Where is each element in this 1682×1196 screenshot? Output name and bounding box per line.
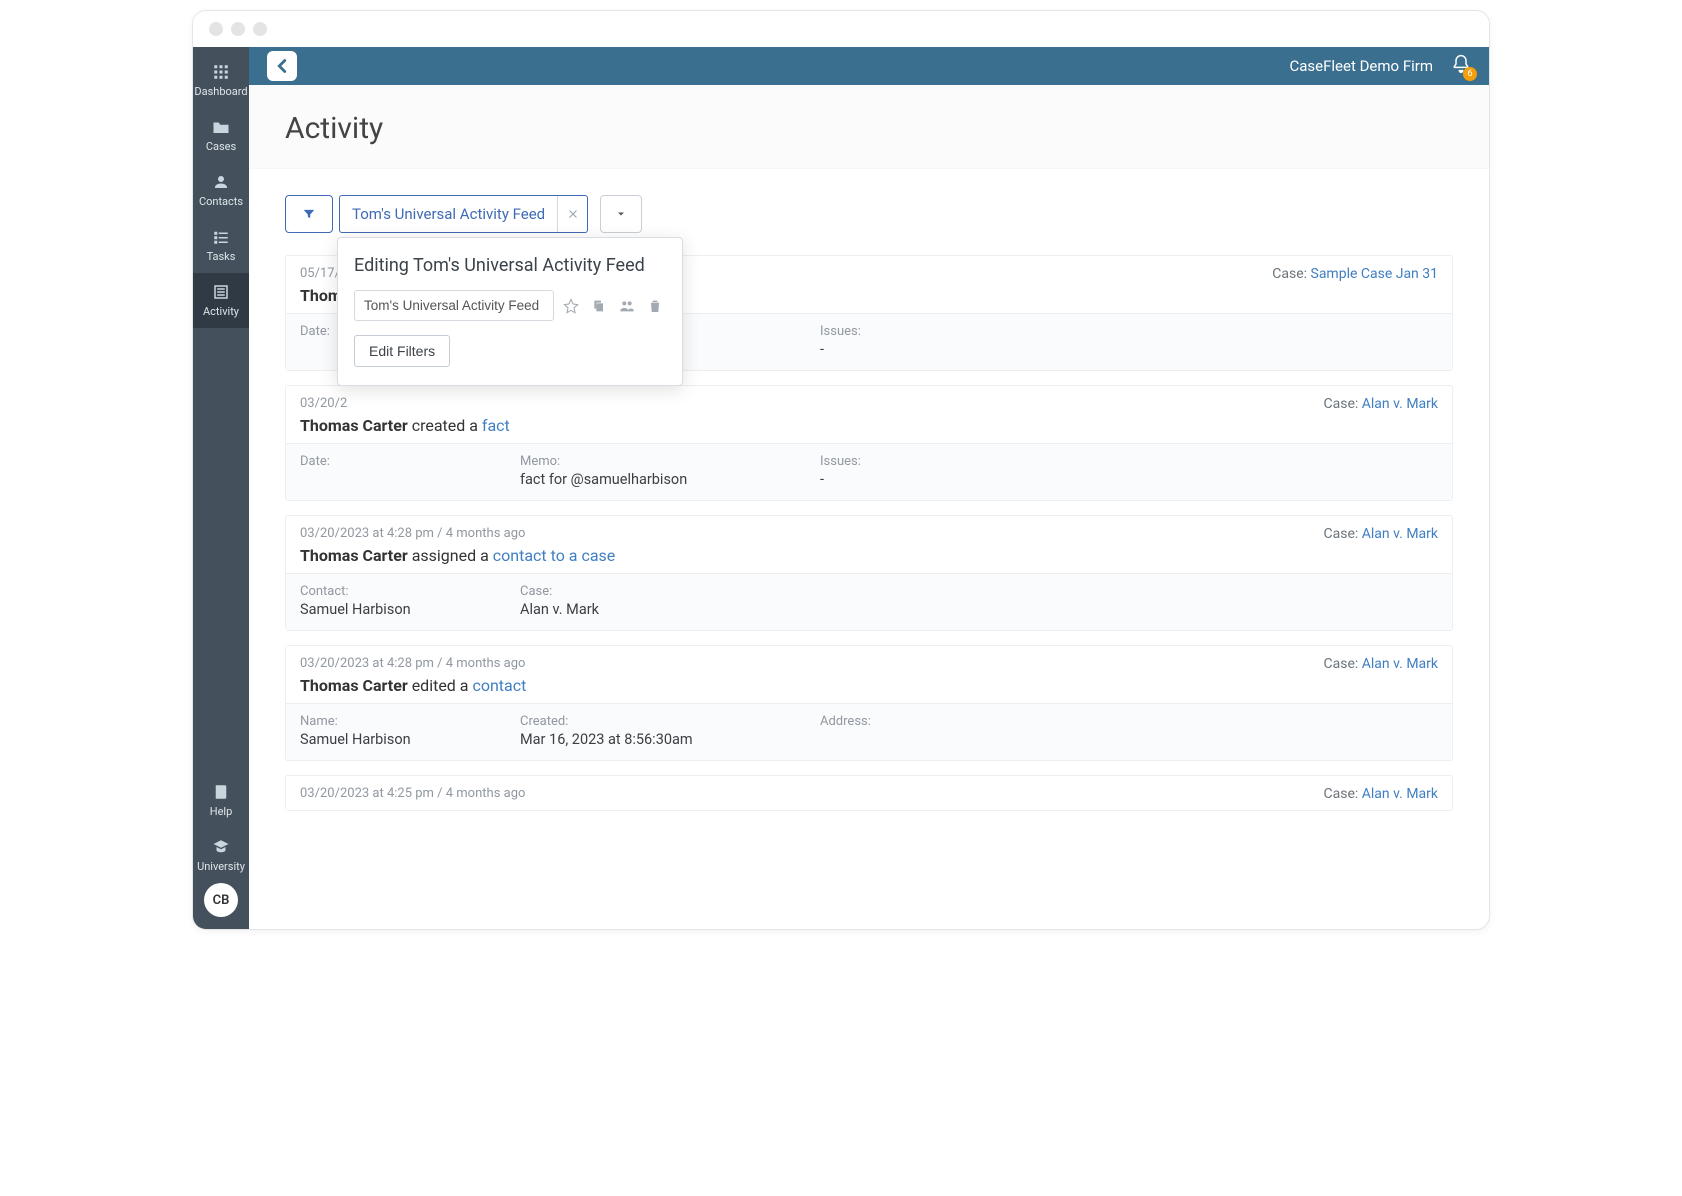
book-icon: [212, 783, 230, 801]
detail-value: Samuel Harbison: [300, 731, 480, 748]
people-icon: [619, 298, 635, 314]
person-icon: [212, 173, 230, 191]
activity-object-link[interactable]: contact: [472, 676, 526, 695]
filter-bar: Tom's Universal Activity Feed Editing To…: [285, 195, 1453, 233]
activity-details: Date: Memo: fact for @samuelharbison Issues…: [286, 443, 1452, 500]
content-area: Tom's Universal Activity Feed Editing To…: [249, 169, 1489, 929]
sidebar-item-tasks[interactable]: Tasks: [193, 218, 249, 273]
close-icon: [567, 208, 579, 220]
sidebar-label: Activity: [203, 305, 239, 318]
notif-badge: 6: [1463, 67, 1477, 81]
filter-label: Tom's Universal Activity Feed: [340, 205, 557, 223]
sidebar-label: Tasks: [207, 250, 236, 263]
activity-object-link[interactable]: fact: [482, 416, 510, 435]
activity-case: Case: Alan v. Mark: [1324, 786, 1439, 802]
activity-item[interactable]: 03/20/2023 at 4:28 pm / 4 months ago Case…: [285, 515, 1453, 631]
star-icon: [563, 298, 579, 314]
firm-name[interactable]: CaseFleet Demo Firm: [1290, 57, 1434, 75]
sidebar-label: Dashboard: [194, 85, 247, 98]
topbar: CaseFleet Demo Firm 6: [249, 47, 1489, 85]
activity-item[interactable]: 03/20/2023 at 4:28 pm / 4 months ago Case…: [285, 645, 1453, 761]
filter-button[interactable]: [285, 195, 333, 233]
sidebar-label: Cases: [206, 140, 236, 153]
sidebar-label: University: [197, 860, 245, 873]
duplicate-button[interactable]: [588, 295, 610, 317]
sidebar-label: Contacts: [199, 195, 243, 208]
edit-filter-popover: Editing Tom's Universal Activity Feed Ed…: [337, 237, 683, 386]
detail-label: Contact:: [300, 584, 480, 599]
case-link[interactable]: Alan v. Mark: [1362, 396, 1438, 412]
detail-value: -: [820, 471, 1000, 488]
detail-label: Issues:: [820, 324, 1000, 339]
case-link[interactable]: Sample Case Jan 31: [1311, 266, 1439, 282]
activity-timestamp: 03/20/2: [300, 396, 347, 412]
activity-case: Case: Sample Case Jan 31: [1272, 266, 1438, 282]
activity-timestamp: 03/20/2023 at 4:28 pm / 4 months ago: [300, 526, 525, 542]
activity-case: Case: Alan v. Mark: [1324, 526, 1439, 542]
favorite-button[interactable]: [560, 295, 582, 317]
traffic-light-zoom[interactable]: [253, 22, 267, 36]
edit-filters-button[interactable]: Edit Filters: [354, 335, 450, 367]
detail-label: Memo:: [520, 454, 780, 469]
chevron-down-icon: [615, 208, 627, 220]
page-title: Activity: [285, 111, 1453, 146]
detail-label: Date:: [300, 454, 480, 469]
detail-label: Created:: [520, 714, 780, 729]
notifications-button[interactable]: 6: [1451, 54, 1471, 78]
detail-label: Case:: [520, 584, 780, 599]
filter-dropdown-button[interactable]: [600, 195, 642, 233]
copy-icon: [591, 298, 607, 314]
sidebar-item-university[interactable]: University: [193, 828, 249, 883]
detail-value: -: [820, 341, 1000, 358]
sidebar-label: Help: [210, 805, 233, 818]
filter-name-input[interactable]: [354, 290, 554, 321]
app-logo[interactable]: [267, 51, 297, 81]
window-titlebar: [193, 11, 1489, 47]
share-button[interactable]: [616, 295, 638, 317]
clear-filter-button[interactable]: [557, 196, 587, 232]
sidebar-item-dashboard[interactable]: Dashboard: [193, 53, 249, 108]
traffic-light-close[interactable]: [209, 22, 223, 36]
activity-details: Name: Samuel Harbison Created: Mar 16, 2023…: [286, 703, 1452, 760]
detail-value: Mar 16, 2023 at 8:56:30am: [520, 731, 780, 748]
activity-title: Thomas Carter edited a contact: [300, 676, 1438, 695]
page-header: Activity: [249, 85, 1489, 169]
detail-value: fact for @samuelharbison: [520, 471, 780, 488]
activity-case: Case: Alan v. Mark: [1324, 656, 1439, 672]
activity-timestamp: 03/20/2023 at 4:25 pm / 4 months ago: [300, 786, 525, 802]
detail-label: Address:: [820, 714, 1000, 729]
sidebar-item-activity[interactable]: Activity: [193, 273, 249, 328]
activity-timestamp: 03/20/2023 at 4:28 pm / 4 months ago: [300, 656, 525, 672]
folder-icon: [212, 118, 230, 136]
activity-case: Case: Alan v. Mark: [1324, 396, 1439, 412]
activity-item[interactable]: 03/20/2023 at 4:25 pm / 4 months ago Case…: [285, 775, 1453, 811]
detail-label: Issues:: [820, 454, 1000, 469]
case-link[interactable]: Alan v. Mark: [1362, 656, 1438, 672]
graduation-icon: [212, 838, 230, 856]
sidebar-item-contacts[interactable]: Contacts: [193, 163, 249, 218]
delete-button[interactable]: [644, 295, 666, 317]
activity-title: Thomas Carter created a fact: [300, 416, 1438, 435]
tasks-icon: [212, 228, 230, 246]
case-link[interactable]: Alan v. Mark: [1362, 526, 1438, 542]
list-icon: [212, 283, 230, 301]
sidebar-item-cases[interactable]: Cases: [193, 108, 249, 163]
filter-icon: [302, 207, 316, 221]
detail-label: Name:: [300, 714, 480, 729]
case-link[interactable]: Alan v. Mark: [1362, 786, 1438, 802]
activity-title: Thomas Carter assigned a contact to a ca…: [300, 546, 1438, 565]
active-filter-pill[interactable]: Tom's Universal Activity Feed: [339, 195, 588, 233]
activity-item[interactable]: 03/20/2 Case: Alan v. Mark Thomas Carter c…: [285, 385, 1453, 501]
trash-icon: [647, 298, 663, 314]
activity-details: Contact: Samuel Harbison Case: Alan v. Mark: [286, 573, 1452, 630]
avatar[interactable]: CB: [204, 883, 238, 917]
traffic-light-minimize[interactable]: [231, 22, 245, 36]
sidebar: Dashboard Cases Contacts Tasks Activity: [193, 47, 249, 929]
sidebar-item-help[interactable]: Help: [193, 773, 249, 828]
grid-icon: [212, 63, 230, 81]
detail-value: Samuel Harbison: [300, 601, 480, 618]
activity-object-link[interactable]: contact to a case: [493, 546, 616, 565]
popover-title: Editing Tom's Universal Activity Feed: [354, 254, 666, 278]
detail-value: Alan v. Mark: [520, 601, 780, 618]
